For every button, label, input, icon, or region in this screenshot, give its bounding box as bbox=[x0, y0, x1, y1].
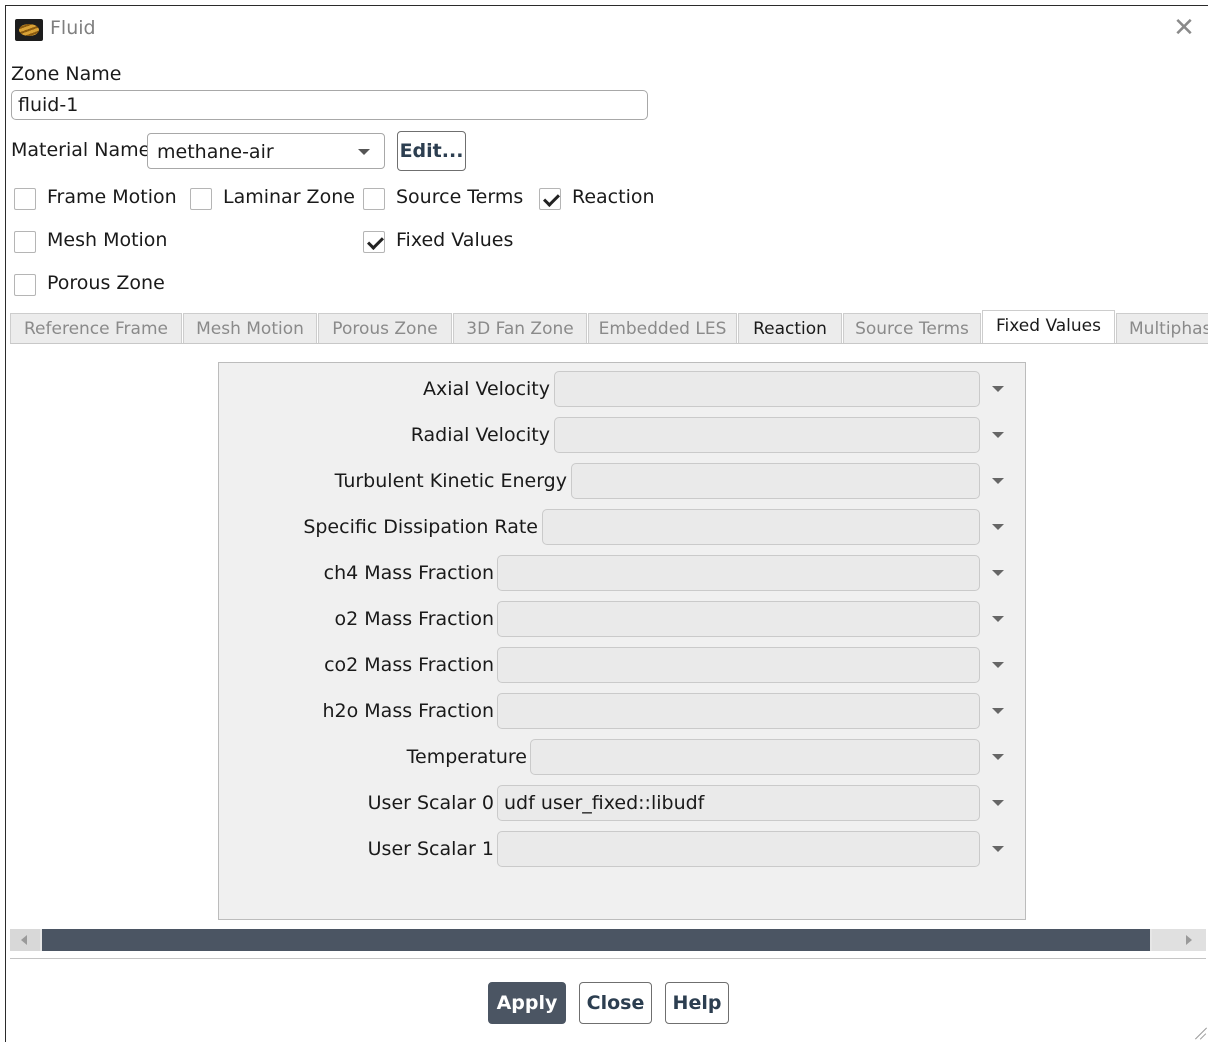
fluent-app-icon bbox=[15, 19, 43, 41]
frame-motion-checkbox[interactable]: Frame Motion bbox=[14, 186, 184, 212]
laminar-zone-label: Laminar Zone bbox=[223, 186, 355, 208]
window-title: Fluid bbox=[50, 17, 96, 39]
chevron-down-icon[interactable] bbox=[992, 478, 1004, 484]
fixed-value-row: Turbulent Kinetic Energy bbox=[219, 463, 1025, 501]
material-name-select[interactable]: methane-air bbox=[147, 133, 385, 169]
tab-porous-zone[interactable]: Porous Zone bbox=[318, 313, 452, 343]
chevron-down-icon[interactable] bbox=[992, 570, 1004, 576]
close-icon[interactable]: ✕ bbox=[1170, 14, 1198, 42]
source-terms-label: Source Terms bbox=[396, 186, 524, 208]
chevron-down-icon[interactable] bbox=[992, 432, 1004, 438]
scroll-left-icon[interactable] bbox=[10, 929, 40, 951]
mesh-motion-box[interactable] bbox=[14, 231, 36, 253]
user-scalar-1-label: User Scalar 1 bbox=[367, 838, 494, 860]
radial-velocity-label: Radial Velocity bbox=[410, 424, 550, 446]
chevron-down-icon[interactable] bbox=[992, 386, 1004, 392]
scrollbar-thumb[interactable] bbox=[42, 929, 1150, 951]
fluid-dialog: Fluid ✕ Zone Name Material Name methane-… bbox=[5, 5, 1208, 1042]
frame-motion-label: Frame Motion bbox=[47, 186, 177, 208]
reaction-box[interactable] bbox=[539, 188, 561, 210]
mesh-motion-checkbox[interactable]: Mesh Motion bbox=[14, 229, 174, 255]
specific-dissipation-rate-field[interactable] bbox=[542, 509, 980, 545]
fixed-values-label: Fixed Values bbox=[396, 229, 514, 251]
turbulent-kinetic-energy-label: Turbulent Kinetic Energy bbox=[334, 470, 567, 492]
close-button[interactable]: Close bbox=[579, 982, 652, 1024]
chevron-down-icon[interactable] bbox=[992, 662, 1004, 668]
tab-mesh-motion[interactable]: Mesh Motion bbox=[183, 313, 317, 343]
help-button[interactable]: Help bbox=[665, 982, 729, 1024]
tab-reaction[interactable]: Reaction bbox=[738, 313, 842, 343]
horizontal-scrollbar[interactable] bbox=[10, 929, 1206, 951]
fixed-value-row: o2 Mass Fraction bbox=[219, 601, 1025, 639]
tab-source-terms[interactable]: Source Terms bbox=[843, 313, 981, 343]
axial-velocity-field[interactable] bbox=[554, 371, 980, 407]
chevron-down-icon[interactable] bbox=[992, 800, 1004, 806]
fixed-value-row: Temperature bbox=[219, 739, 1025, 777]
source-terms-box[interactable] bbox=[363, 188, 385, 210]
zone-name-input[interactable] bbox=[11, 90, 648, 120]
tab-3d-fan-zone[interactable]: 3D Fan Zone bbox=[453, 313, 587, 343]
tab-embedded-les[interactable]: Embedded LES bbox=[588, 313, 737, 343]
chevron-down-icon[interactable] bbox=[992, 616, 1004, 622]
fixed-value-row: co2 Mass Fraction bbox=[219, 647, 1025, 685]
user-scalar-0-label: User Scalar 0 bbox=[367, 792, 494, 814]
source-terms-checkbox[interactable]: Source Terms bbox=[363, 186, 528, 212]
fixed-value-row: ch4 Mass Fraction bbox=[219, 555, 1025, 593]
fixed-value-row: Specific Dissipation Rate bbox=[219, 509, 1025, 547]
radial-velocity-field[interactable] bbox=[554, 417, 980, 453]
edit-material-button[interactable]: Edit... bbox=[397, 131, 466, 171]
porous-zone-checkbox[interactable]: Porous Zone bbox=[14, 272, 174, 298]
material-name-label: Material Name bbox=[11, 139, 151, 161]
fixed-value-row: User Scalar 1 bbox=[219, 831, 1025, 869]
laminar-zone-checkbox[interactable]: Laminar Zone bbox=[190, 186, 355, 212]
o2-mass-fraction-label: o2 Mass Fraction bbox=[334, 608, 494, 630]
co2-mass-fraction-field[interactable] bbox=[497, 647, 980, 683]
reaction-checkbox[interactable]: Reaction bbox=[539, 186, 659, 212]
laminar-zone-box[interactable] bbox=[190, 188, 212, 210]
fixed-values-panel: Axial Velocity Radial Velocity Turbulent… bbox=[218, 362, 1026, 920]
tab-bar: Reference Frame Mesh Motion Porous Zone … bbox=[10, 310, 1208, 344]
tab-multiphase[interactable]: Multiphase bbox=[1116, 313, 1208, 343]
chevron-down-icon[interactable] bbox=[992, 524, 1004, 530]
user-scalar-1-field[interactable] bbox=[497, 831, 980, 867]
specific-dissipation-rate-label: Specific Dissipation Rate bbox=[303, 516, 538, 538]
fixed-value-row: Radial Velocity bbox=[219, 417, 1025, 455]
chevron-down-icon[interactable] bbox=[992, 708, 1004, 714]
porous-zone-label: Porous Zone bbox=[47, 272, 165, 294]
co2-mass-fraction-label: co2 Mass Fraction bbox=[324, 654, 494, 676]
reaction-label: Reaction bbox=[572, 186, 655, 208]
user-scalar-0-field[interactable]: udf user_fixed::libudf bbox=[497, 785, 980, 821]
tab-fixed-values[interactable]: Fixed Values bbox=[982, 310, 1115, 343]
fixed-value-row: Axial Velocity bbox=[219, 371, 1025, 409]
axial-velocity-label: Axial Velocity bbox=[422, 378, 550, 400]
frame-motion-box[interactable] bbox=[14, 188, 36, 210]
turbulent-kinetic-energy-field[interactable] bbox=[571, 463, 980, 499]
ch4-mass-fraction-label: ch4 Mass Fraction bbox=[323, 562, 494, 584]
h2o-mass-fraction-label: h2o Mass Fraction bbox=[322, 700, 494, 722]
fixed-value-row: User Scalar 0 udf user_fixed::libudf bbox=[219, 785, 1025, 823]
footer-divider bbox=[10, 958, 1206, 959]
material-name-value: methane-air bbox=[157, 141, 274, 163]
temperature-label: Temperature bbox=[406, 746, 527, 768]
fixed-values-box[interactable] bbox=[363, 231, 385, 253]
temperature-field[interactable] bbox=[530, 739, 980, 775]
zone-name-label: Zone Name bbox=[11, 63, 122, 85]
resize-grip-icon[interactable] bbox=[1192, 1026, 1206, 1040]
mesh-motion-label: Mesh Motion bbox=[47, 229, 168, 251]
chevron-down-icon[interactable] bbox=[992, 846, 1004, 852]
fixed-value-row: h2o Mass Fraction bbox=[219, 693, 1025, 731]
scroll-right-icon[interactable] bbox=[1152, 929, 1206, 951]
tab-reference-frame[interactable]: Reference Frame bbox=[10, 313, 182, 343]
chevron-down-icon[interactable] bbox=[992, 754, 1004, 760]
apply-button[interactable]: Apply bbox=[488, 982, 566, 1024]
h2o-mass-fraction-field[interactable] bbox=[497, 693, 980, 729]
chevron-down-icon bbox=[358, 149, 370, 155]
ch4-mass-fraction-field[interactable] bbox=[497, 555, 980, 591]
porous-zone-box[interactable] bbox=[14, 274, 36, 296]
fixed-values-checkbox[interactable]: Fixed Values bbox=[363, 229, 523, 255]
title-bar: Fluid ✕ bbox=[6, 6, 1208, 52]
o2-mass-fraction-field[interactable] bbox=[497, 601, 980, 637]
